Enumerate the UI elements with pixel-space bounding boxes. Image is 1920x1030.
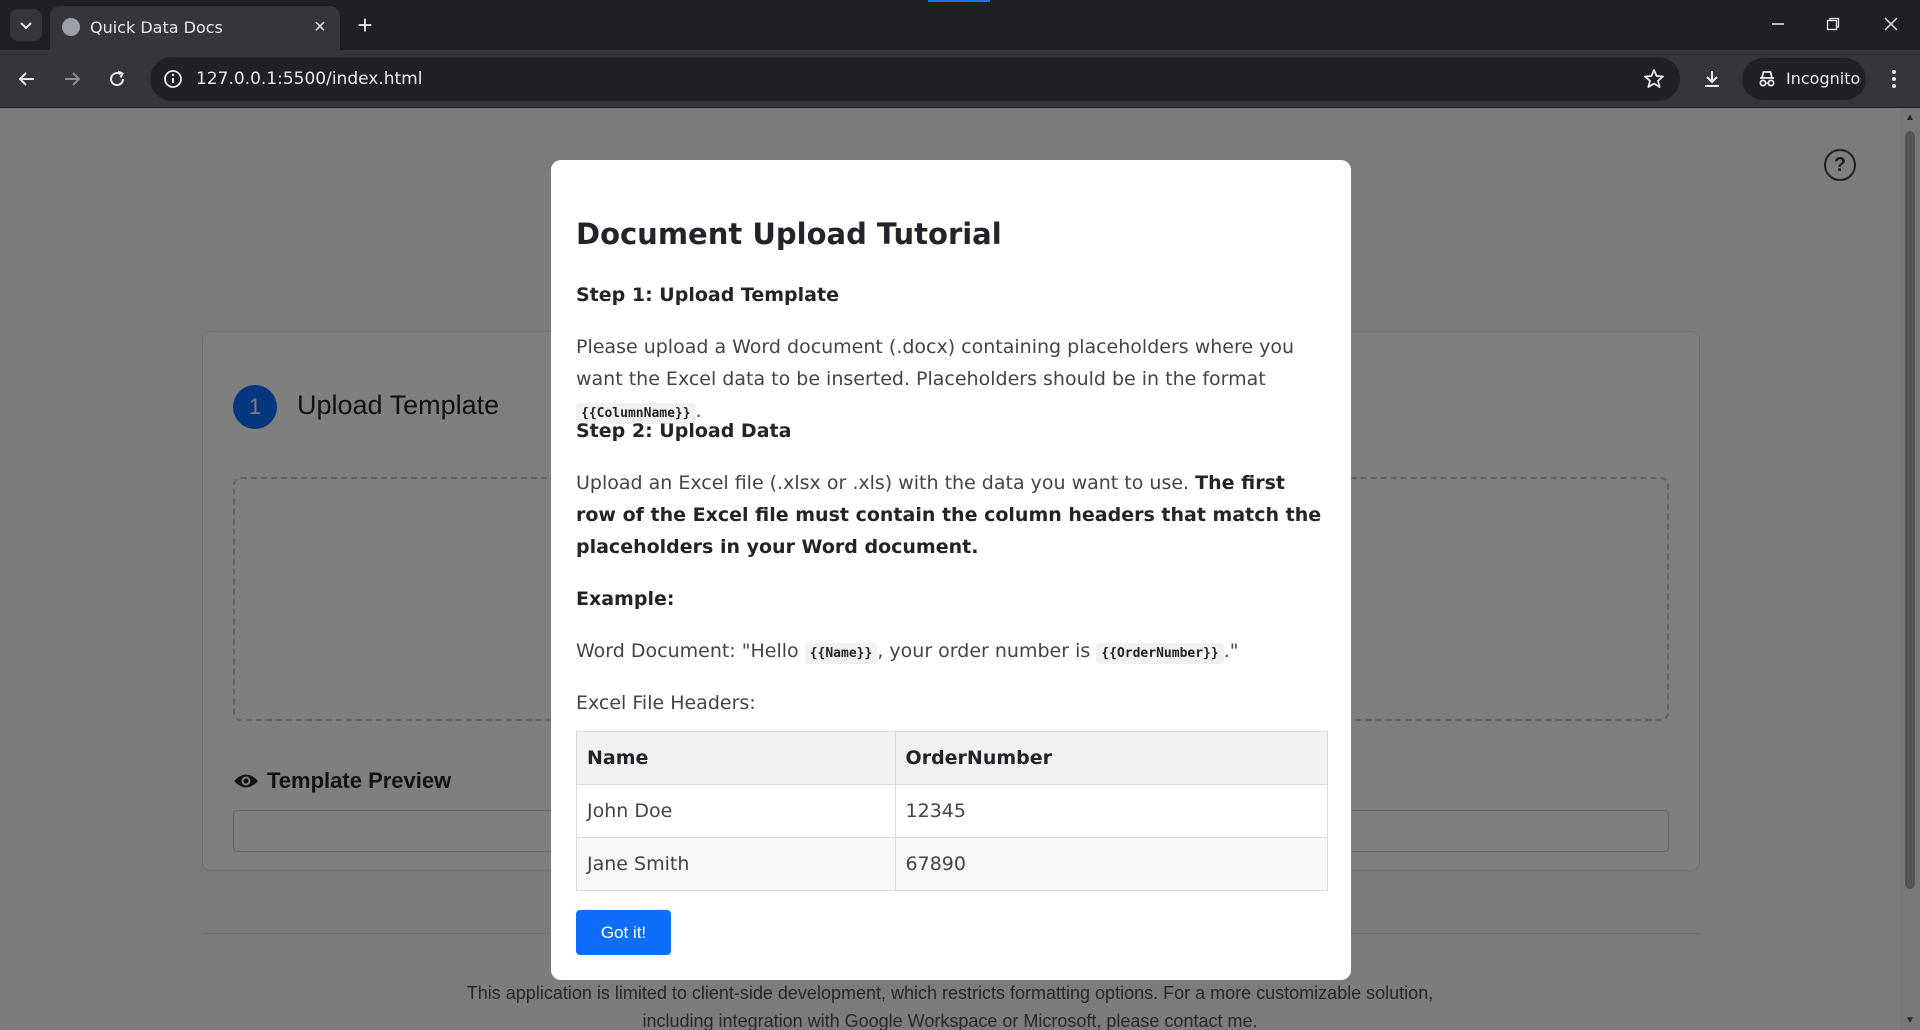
- example-middle: , your order number is: [877, 640, 1091, 662]
- reload-button[interactable]: [99, 61, 135, 97]
- got-it-button[interactable]: Got it!: [576, 910, 671, 955]
- example-prefix: Word Document: "Hello: [576, 640, 799, 662]
- arrow-right-icon: [65, 72, 81, 86]
- table-header-row: Name OrderNumber: [576, 731, 1329, 785]
- table-cell: 12345: [894, 784, 1329, 838]
- step2-text: Upload an Excel file (.xlsx or .xls) wit…: [576, 467, 1328, 563]
- address-bar[interactable]: 127.0.0.1:5500/index.html: [150, 57, 1680, 101]
- download-icon: [1705, 71, 1719, 87]
- browser-menu-button[interactable]: [1876, 61, 1912, 97]
- tab-indicator: [928, 0, 990, 2]
- new-tab-button[interactable]: +: [350, 10, 380, 40]
- table-row: John Doe 12345: [576, 784, 1329, 838]
- example-text: Word Document: "Hello {{Name}}, your ord…: [576, 635, 1328, 670]
- restore-icon: [1826, 17, 1840, 31]
- step1-body: Please upload a Word document (.docx) co…: [576, 336, 1295, 390]
- browser-tab[interactable]: Quick Data Docs ×: [50, 6, 340, 50]
- headers-label: Excel File Headers:: [576, 692, 756, 714]
- downloads-button[interactable]: [1694, 61, 1730, 97]
- chevron-down-icon: [20, 22, 32, 30]
- browser-toolbar: 127.0.0.1:5500/index.html Incognito: [0, 50, 1920, 108]
- example-table: Name OrderNumber John Doe 12345 Jane Smi…: [576, 731, 1329, 891]
- forward-button[interactable]: [54, 61, 90, 97]
- example-suffix: .": [1223, 640, 1239, 662]
- close-icon: [1884, 17, 1898, 31]
- name-placeholder-code: {{Name}}: [804, 643, 878, 664]
- tab-search-button[interactable]: [10, 9, 42, 41]
- table-cell: Jane Smith: [576, 837, 896, 891]
- incognito-icon: [1759, 71, 1775, 87]
- step1-text: Please upload a Word document (.docx) co…: [576, 331, 1328, 430]
- restore-button[interactable]: [1811, 8, 1855, 40]
- back-button[interactable]: [9, 61, 45, 97]
- order-placeholder-code: {{OrderNumber}}: [1096, 643, 1224, 664]
- column-header: OrderNumber: [894, 731, 1329, 785]
- table-cell: John Doe: [576, 784, 896, 838]
- step2-heading: Step 2: Upload Data: [576, 420, 792, 442]
- modal-title: Document Upload Tutorial: [576, 217, 1002, 251]
- site-info-icon[interactable]: [162, 68, 184, 90]
- incognito-label: Incognito: [1786, 69, 1861, 88]
- arrow-left-icon: [18, 72, 34, 86]
- step1-end: .: [695, 400, 702, 422]
- minimize-icon: [1772, 23, 1784, 25]
- close-window-button[interactable]: [1869, 8, 1913, 40]
- step1-heading: Step 1: Upload Template: [576, 284, 839, 306]
- incognito-badge[interactable]: Incognito: [1742, 58, 1866, 100]
- table-cell: 67890: [894, 837, 1329, 891]
- reload-icon: [110, 70, 125, 87]
- tutorial-modal: Document Upload Tutorial Step 1: Upload …: [551, 160, 1351, 980]
- more-vertical-icon: [1892, 70, 1896, 88]
- bookmark-star-icon[interactable]: [1642, 67, 1666, 91]
- table-row: Jane Smith 67890: [576, 837, 1329, 891]
- step2-body: Upload an Excel file (.xlsx or .xls) wit…: [576, 472, 1190, 494]
- column-header: Name: [576, 731, 896, 785]
- minimize-button[interactable]: [1756, 8, 1800, 40]
- globe-icon: [62, 18, 80, 36]
- tab-title: Quick Data Docs: [90, 18, 223, 37]
- url-text[interactable]: 127.0.0.1:5500/index.html: [196, 69, 422, 89]
- example-heading: Example:: [576, 588, 675, 610]
- close-tab-icon[interactable]: ×: [310, 17, 330, 37]
- tab-strip: Quick Data Docs × +: [0, 0, 1920, 50]
